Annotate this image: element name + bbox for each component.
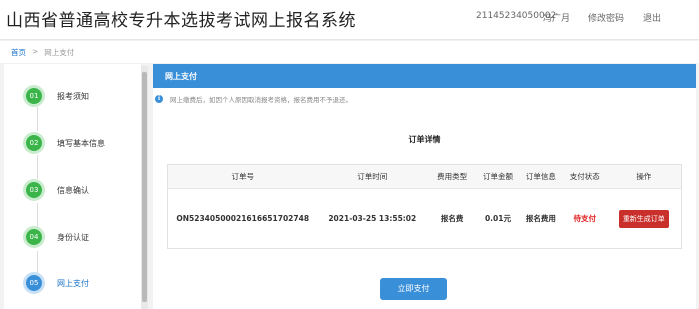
step-item-exam-notice[interactable]: 01 报考须知 [4,81,141,111]
step-label: 报考须知 [57,92,89,101]
step-number: 02 [26,135,42,151]
table-header-row: 订单号 订单时间 费用类型 订单金额 订单信息 支付状态 操作 [167,164,682,189]
scrollbar-thumb[interactable] [142,72,147,302]
payment-status: 待支付 [573,214,596,223]
breadcrumb-bar: 首页 > 网上支付 [0,41,699,63]
sidebar-scrollbar[interactable] [141,66,148,309]
step-number: 05 [26,275,42,291]
step-label: 身份认证 [57,233,89,242]
order-table: 订单号 订单时间 费用类型 订单金额 订单信息 支付状态 操作 ON523405… [167,164,682,249]
section-header: 网上支付 [153,64,696,88]
logout-link[interactable]: 退出 [643,11,661,24]
step-number: 04 [26,229,42,245]
change-password-link[interactable]: 修改密码 [588,11,624,24]
step-panel: 01 报考须知 02 填写基本信息 03 信息确认 04 身份认证 05 网上支… [4,64,141,309]
breadcrumb-separator: > [32,47,39,56]
step-number: 01 [26,88,42,104]
top-bar: 山西省普通高校专升本选拔考试网上报名系统 21145234050002 冯广月 … [0,0,699,40]
payment-notice: i 网上缴费后，如因个人原因取消报考资格，报名费用不予退还。 [153,94,352,104]
notice-text: 网上缴费后，如因个人原因取消报考资格，报名费用不予退还。 [170,96,352,104]
step-item-basic-info[interactable]: 02 填写基本信息 [4,128,141,158]
order-number: ON52340500021616651702748 [176,214,310,223]
section-title: 网上支付 [165,72,197,81]
info-icon: i [155,95,163,103]
col-header-order-time: 订单时间 [317,164,428,189]
step-item-identity-auth[interactable]: 04 身份认证 [4,222,141,252]
sidebar: 01 报考须知 02 填写基本信息 03 信息确认 04 身份认证 05 网上支… [0,64,150,309]
step-label: 网上支付 [57,279,89,288]
col-header-amount: 订单金额 [477,164,519,189]
fee-type: 报名费 [440,214,464,223]
col-header-order-no: 订单号 [167,164,318,189]
step-item-online-payment[interactable]: 05 网上支付 [4,268,141,298]
step-item-info-confirm[interactable]: 03 信息确认 [4,175,141,205]
regenerate-order-button[interactable]: 重新生成订单 [618,209,669,228]
step-label: 信息确认 [57,186,89,195]
breadcrumb-current: 网上支付 [44,48,75,57]
order-time: 2021-03-25 13:55:02 [328,214,417,223]
step-number: 03 [26,182,42,198]
action-cell: 重新生成订单 [607,189,682,249]
col-header-order-info: 订单信息 [518,164,563,189]
app-title: 山西省普通高校专升本选拔考试网上报名系统 [6,11,356,31]
breadcrumb-home[interactable]: 首页 [11,47,26,58]
col-header-fee-type: 费用类型 [427,164,478,189]
order-amount: 0.01元 [484,214,511,223]
col-header-status: 支付状态 [562,164,607,189]
col-header-action: 操作 [606,164,682,189]
user-name: 冯广月 [543,14,571,24]
main-panel: 网上支付 i 网上缴费后，如因个人原因取消报考资格，报名费用不予退还。 订单详情… [153,64,696,309]
pay-now-button[interactable]: 立即支付 [380,278,447,300]
order-info: 报名费用 [525,214,556,223]
table-row: ON52340500021616651702748 2021-03-25 13:… [168,189,682,249]
order-details-title: 订单详情 [408,135,441,144]
step-label: 填写基本信息 [57,139,105,148]
breadcrumb: 首页 > 网上支付 [11,47,74,58]
